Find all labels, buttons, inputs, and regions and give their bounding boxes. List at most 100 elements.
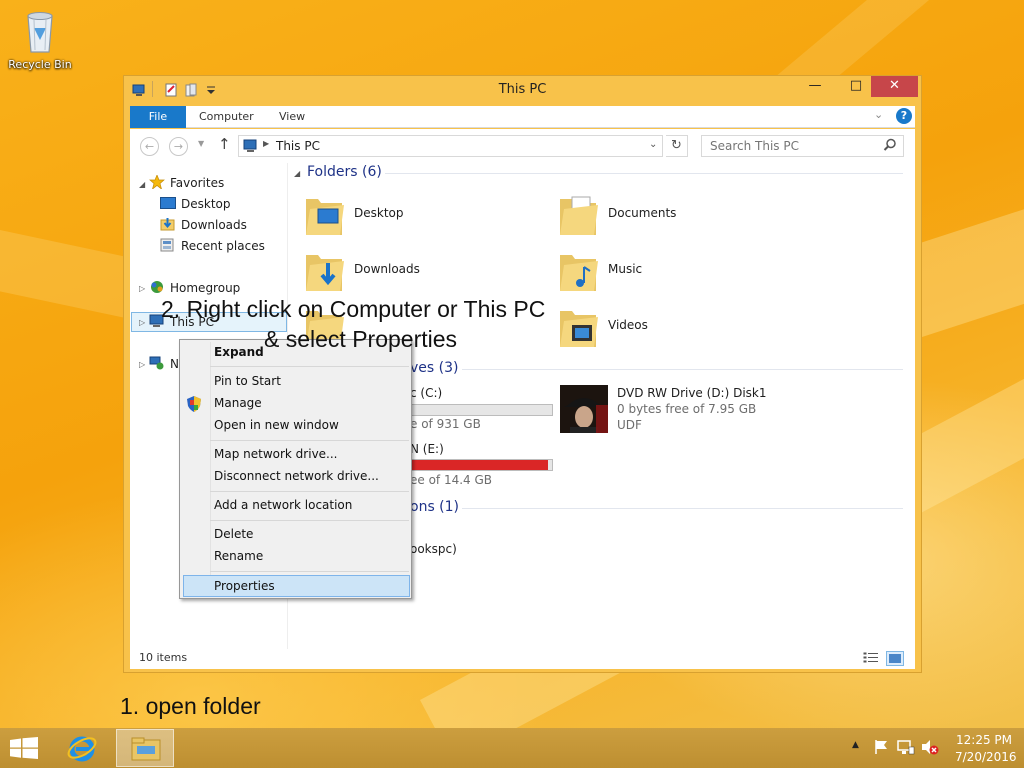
menu-separator xyxy=(210,491,409,492)
maximize-button[interactable]: □ xyxy=(842,76,870,97)
up-button[interactable]: ↑ xyxy=(218,135,231,153)
menu-item-rename[interactable]: Rename xyxy=(214,545,263,567)
annotation-step-2-line-1: 2. Right click on Computer or This PC xyxy=(161,296,546,322)
network-expand-icon[interactable]: ▷ xyxy=(139,360,145,369)
folder-music[interactable]: Music xyxy=(558,247,798,297)
back-button[interactable]: ← xyxy=(140,137,159,156)
nav-downloads[interactable]: Downloads xyxy=(160,215,247,235)
folder-desktop-label: Desktop xyxy=(354,206,404,220)
recent-places-icon xyxy=(160,238,176,252)
recent-locations-icon[interactable]: ▼ xyxy=(198,139,204,148)
music-folder-icon xyxy=(560,255,598,291)
documents-folder-icon xyxy=(560,196,598,235)
taskbar: ▲ 12:25 PM 7/20/2016 xyxy=(0,728,1024,768)
ribbon-tabs: File Computer View ⌄ ? xyxy=(130,106,915,128)
dvd-drive-cover-art[interactable] xyxy=(560,385,608,433)
folder-desktop[interactable]: Desktop xyxy=(304,191,544,241)
folder-videos[interactable]: Videos xyxy=(558,303,798,353)
desktop-icon xyxy=(160,196,176,210)
tab-view[interactable]: View xyxy=(279,106,305,128)
menu-item-properties[interactable]: Properties xyxy=(214,575,275,597)
homegroup-expand-icon[interactable]: ▷ xyxy=(139,284,145,293)
clock-time[interactable]: 12:25 PM xyxy=(956,733,1012,747)
start-button[interactable] xyxy=(10,737,38,762)
tab-computer[interactable]: Computer xyxy=(199,106,254,128)
title-bar[interactable]: This PC — □ ✕ xyxy=(124,76,921,104)
folder-downloads[interactable]: Downloads xyxy=(304,247,544,297)
star-icon xyxy=(149,174,165,190)
recycle-bin-icon xyxy=(27,12,53,53)
context-menu: Expand Pin to Start Manage Open in new w… xyxy=(179,339,412,599)
menu-item-disconnect-network-drive[interactable]: Disconnect network drive... xyxy=(214,465,379,487)
tab-file[interactable]: File xyxy=(130,106,186,128)
drive-e-usage-bar xyxy=(410,459,553,471)
videos-folder-icon xyxy=(560,311,598,347)
internet-explorer-icon xyxy=(67,736,97,762)
address-dropdown-icon[interactable]: ⌄ xyxy=(649,139,657,150)
network-status-icon[interactable] xyxy=(897,739,915,758)
menu-gutter-divider xyxy=(210,342,211,596)
menu-separator xyxy=(210,520,409,521)
network-location-item[interactable]: ookspc) xyxy=(410,542,457,556)
volume-muted-icon[interactable] xyxy=(921,739,939,758)
close-button[interactable]: ✕ xyxy=(871,76,918,97)
nav-desktop[interactable]: Desktop xyxy=(160,194,231,214)
action-center-flag-icon[interactable] xyxy=(873,739,889,758)
nav-recent-places-label: Recent places xyxy=(181,239,265,253)
menu-item-delete[interactable]: Delete xyxy=(214,523,253,545)
address-path[interactable]: This PC xyxy=(276,139,320,153)
homegroup-icon xyxy=(149,280,165,294)
help-icon[interactable]: ? xyxy=(896,108,912,124)
this-pc-expand-icon[interactable]: ▷ xyxy=(139,318,145,327)
clock-date[interactable]: 7/20/2016 xyxy=(955,750,1017,764)
drive-c-usage-bar xyxy=(410,404,553,416)
internet-explorer-taskbar-button[interactable] xyxy=(66,732,98,767)
devices-group-header[interactable]: ves (3) xyxy=(410,360,458,376)
menu-item-add-network-location[interactable]: Add a network location xyxy=(214,494,352,516)
minimize-button[interactable]: — xyxy=(801,76,829,97)
network-locations-group-header[interactable]: ons (1) xyxy=(410,499,459,515)
nav-network[interactable]: N xyxy=(149,354,179,374)
menu-separator xyxy=(210,571,409,572)
folder-downloads-label: Downloads xyxy=(354,262,420,276)
uac-shield-icon xyxy=(187,396,201,415)
folders-group-header[interactable]: Folders (6) xyxy=(307,164,382,180)
downloads-icon xyxy=(160,217,176,231)
annotation-step-2-line-2: & select Properties xyxy=(264,326,458,352)
search-icon[interactable] xyxy=(883,138,897,155)
windows-logo-icon xyxy=(10,737,38,759)
folder-music-label: Music xyxy=(608,262,643,276)
forward-button[interactable]: → xyxy=(169,137,188,156)
network-locations-divider xyxy=(462,508,903,509)
nav-homegroup[interactable]: Homegroup xyxy=(149,278,240,298)
drive-d-label[interactable]: DVD RW Drive (D:) Disk1 xyxy=(617,386,767,400)
menu-item-pin-to-start[interactable]: Pin to Start xyxy=(214,370,281,392)
folder-documents[interactable]: Documents xyxy=(558,191,798,241)
menu-item-manage[interactable]: Manage xyxy=(214,392,262,414)
search-box[interactable] xyxy=(701,135,904,157)
annotation-step-1: 1. open folder xyxy=(120,693,261,719)
nav-favorites[interactable]: Favorites xyxy=(149,173,224,193)
drive-e-label[interactable]: N (E:) xyxy=(410,442,444,456)
nav-recent-places[interactable]: Recent places xyxy=(160,236,265,256)
show-hidden-icons-button[interactable]: ▲ xyxy=(852,740,859,750)
search-input[interactable] xyxy=(702,136,882,156)
menu-item-map-network-drive[interactable]: Map network drive... xyxy=(214,443,338,465)
folder-documents-label: Documents xyxy=(608,206,677,220)
folders-collapse-icon[interactable]: ◢ xyxy=(294,169,300,178)
recycle-bin-shortcut[interactable]: Recycle Bin xyxy=(6,6,74,71)
menu-item-open-new-window[interactable]: Open in new window xyxy=(214,414,339,436)
expand-ribbon-icon[interactable]: ⌄ xyxy=(874,108,883,121)
tiles-view-icon[interactable] xyxy=(886,651,904,666)
menu-item-expand[interactable]: Expand xyxy=(214,341,264,363)
breadcrumb-separator-icon[interactable]: ▶ xyxy=(263,139,269,148)
drive-c-label[interactable]: c (C:) xyxy=(410,386,442,400)
address-box[interactable]: ▶ This PC ⌄ xyxy=(238,135,663,157)
desktop-folder-icon xyxy=(306,199,344,235)
file-explorer-taskbar-button[interactable] xyxy=(116,729,174,767)
favorites-collapse-icon[interactable]: ◢ xyxy=(139,180,145,189)
drive-d-free-space: 0 bytes free of 7.95 GB xyxy=(617,402,757,416)
drive-e-free-space: ee of 14.4 GB xyxy=(410,473,493,487)
refresh-button[interactable]: ↻ xyxy=(666,135,688,157)
details-view-icon[interactable] xyxy=(863,651,879,668)
